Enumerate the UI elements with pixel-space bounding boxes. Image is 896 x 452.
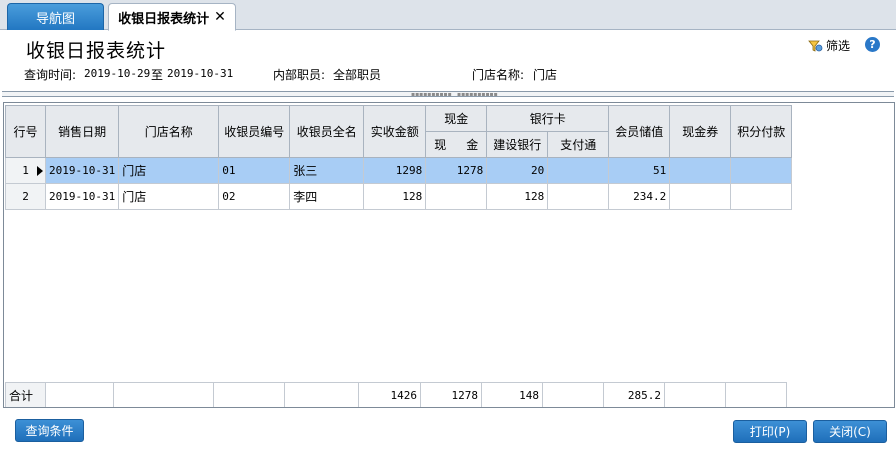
member-value-cell[interactable]: 234.2 bbox=[608, 183, 671, 210]
col-header-member-value[interactable]: 会员储值 bbox=[608, 105, 671, 158]
row-number: 1 bbox=[22, 164, 29, 177]
filter-button[interactable]: 筛选 bbox=[808, 37, 850, 54]
query-time-label: 查询时间: bbox=[24, 68, 77, 82]
totals-row: 合计 1426 1278 148 285.2 bbox=[5, 382, 787, 407]
totals-empty-cell bbox=[664, 382, 726, 407]
col-header-store-name[interactable]: 门店名称 bbox=[118, 105, 220, 158]
col-header-cash-part2: 金 bbox=[466, 138, 479, 152]
col-header-cash-part1: 现 bbox=[434, 138, 447, 152]
totals-empty-cell bbox=[284, 382, 359, 407]
page-title: 收银日报表统计 bbox=[26, 40, 167, 62]
cashier-name-cell[interactable]: 张三 bbox=[289, 157, 365, 184]
amount-cell[interactable]: 1298 bbox=[363, 157, 427, 184]
col-header-row-no[interactable]: 行号 bbox=[5, 105, 46, 158]
totals-empty-cell bbox=[725, 382, 787, 407]
col-header-amount[interactable]: 实收金额 bbox=[363, 105, 427, 158]
print-button[interactable]: 打印(P) bbox=[733, 420, 807, 443]
to-label: 至 bbox=[151, 68, 164, 82]
tab-cashier-daily-report-label: 收银日报表统计 bbox=[118, 11, 210, 27]
row-number-cell: 1 bbox=[5, 157, 46, 184]
date-from: 2019-10-29 bbox=[84, 67, 151, 80]
query-conditions-button[interactable]: 查询条件 bbox=[15, 419, 84, 442]
table-row[interactable]: 2 2019-10-31 门店 02 李四 128 128 234.2 bbox=[5, 183, 793, 210]
points-pay-cell[interactable] bbox=[730, 157, 793, 184]
voucher-cell[interactable] bbox=[669, 183, 732, 210]
totals-empty-cell bbox=[45, 382, 114, 407]
grip-handle-right: ▪▪▪▪▪▪▪▪▪▪ bbox=[457, 91, 498, 98]
close-button[interactable]: 关闭(C) bbox=[813, 420, 887, 443]
totals-cash: 1278 bbox=[420, 382, 482, 407]
close-icon[interactable]: ✕ bbox=[214, 9, 226, 25]
report-table: 行号 销售日期 门店名称 收银员编号 收银员全名 实收金额 现金 银行卡 会员储… bbox=[5, 105, 793, 210]
totals-bank-ccb: 148 bbox=[481, 382, 543, 407]
filter-label: 筛选 bbox=[826, 39, 851, 53]
tab-cashier-daily-report[interactable]: 收银日报表统计 ✕ bbox=[108, 3, 236, 31]
points-pay-cell[interactable] bbox=[730, 183, 793, 210]
row-number: 2 bbox=[22, 190, 29, 203]
col-header-bank-ccb[interactable]: 建设银行 bbox=[486, 131, 549, 158]
date-to: 2019-10-31 bbox=[167, 67, 234, 80]
voucher-cell[interactable] bbox=[669, 157, 732, 184]
col-header-voucher[interactable]: 现金券 bbox=[669, 105, 732, 158]
totals-member-value: 285.2 bbox=[603, 382, 665, 407]
sale-date-cell[interactable]: 2019-10-31 bbox=[44, 183, 120, 210]
totals-empty-cell bbox=[213, 382, 285, 407]
bank-zft-cell[interactable] bbox=[547, 183, 610, 210]
report-grid: 行号 销售日期 门店名称 收银员编号 收银员全名 实收金额 现金 银行卡 会员储… bbox=[3, 102, 895, 408]
totals-empty-cell bbox=[542, 382, 604, 407]
member-value-cell[interactable]: 51 bbox=[608, 157, 671, 184]
grip-handle-left: ▪▪▪▪▪▪▪▪▪▪ bbox=[411, 91, 452, 98]
totals-amount: 1426 bbox=[358, 382, 421, 407]
col-header-bank-group: 银行卡 bbox=[486, 105, 610, 132]
col-header-cash-group: 现金 bbox=[425, 105, 488, 132]
bank-zft-cell[interactable] bbox=[547, 157, 610, 184]
tab-bar: 导航图 收银日报表统计 ✕ bbox=[0, 0, 896, 31]
totals-label: 合计 bbox=[5, 382, 46, 407]
help-icon[interactable]: ? bbox=[865, 37, 880, 52]
cashier-code-cell[interactable]: 02 bbox=[218, 183, 291, 210]
panel-splitter[interactable]: ▪▪▪▪▪▪▪▪▪▪ ▪▪▪▪▪▪▪▪▪▪ bbox=[2, 91, 894, 98]
bank-ccb-cell[interactable]: 128 bbox=[486, 183, 549, 210]
tab-navigation[interactable]: 导航图 bbox=[7, 3, 104, 30]
col-header-cash[interactable]: 现 金 bbox=[425, 131, 488, 158]
staff-label: 内部职员: bbox=[273, 68, 326, 82]
totals-empty-cell bbox=[113, 382, 214, 407]
col-header-bank-zft[interactable]: 支付通 bbox=[547, 131, 610, 158]
cashier-code-cell[interactable]: 01 bbox=[218, 157, 291, 184]
tab-navigation-label: 导航图 bbox=[35, 11, 75, 27]
sale-date-cell[interactable]: 2019-10-31 bbox=[44, 157, 120, 184]
cash-cell[interactable]: 1278 bbox=[425, 157, 488, 184]
staff-value: 全部职员 bbox=[333, 68, 382, 82]
col-header-cashier-code[interactable]: 收银员编号 bbox=[218, 105, 291, 158]
funnel-icon bbox=[808, 39, 823, 53]
col-header-points-pay[interactable]: 积分付款 bbox=[730, 105, 793, 158]
cashier-name-cell[interactable]: 李四 bbox=[289, 183, 365, 210]
row-number-cell: 2 bbox=[5, 183, 46, 210]
cash-cell[interactable] bbox=[425, 183, 488, 210]
table-row[interactable]: 1 2019-10-31 门店 01 张三 1298 1278 20 51 bbox=[5, 157, 793, 184]
col-header-cashier-name[interactable]: 收银员全名 bbox=[289, 105, 365, 158]
store-label: 门店名称: bbox=[472, 68, 525, 82]
bank-ccb-cell[interactable]: 20 bbox=[486, 157, 549, 184]
amount-cell[interactable]: 128 bbox=[363, 183, 427, 210]
col-header-sale-date[interactable]: 销售日期 bbox=[44, 105, 120, 158]
store-name-cell[interactable]: 门店 bbox=[118, 183, 220, 210]
store-name-cell[interactable]: 门店 bbox=[118, 157, 220, 184]
store-value: 门店 bbox=[533, 68, 558, 82]
current-row-indicator-icon bbox=[37, 166, 43, 176]
